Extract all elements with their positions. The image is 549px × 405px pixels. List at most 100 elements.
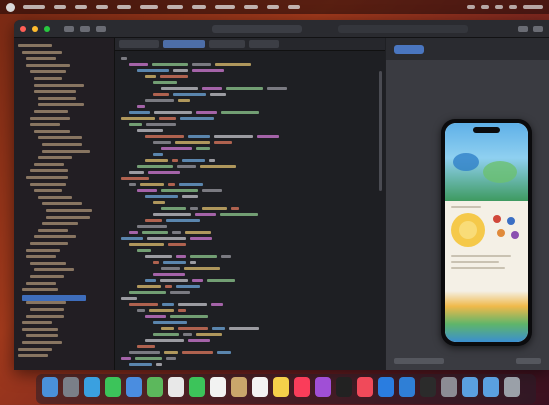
navigator-row[interactable]: [38, 156, 72, 160]
messages-icon[interactable]: [105, 377, 121, 397]
navigator-row[interactable]: [26, 255, 56, 259]
downloads-icon[interactable]: [483, 377, 499, 397]
stop-icon[interactable]: [96, 25, 106, 32]
menu-item[interactable]: [117, 5, 131, 9]
navigator-row[interactable]: [42, 222, 78, 226]
navigator-row[interactable]: [30, 70, 66, 74]
mail-icon[interactable]: [126, 377, 142, 397]
menu-item[interactable]: [267, 5, 279, 9]
navigator-row[interactable]: [18, 347, 52, 351]
wifi-icon[interactable]: [467, 5, 475, 9]
navigator-row[interactable]: [46, 209, 92, 212]
navigator-row[interactable]: [18, 44, 52, 47]
navigator-row[interactable]: [30, 182, 66, 186]
navigator-row[interactable]: [26, 57, 56, 61]
project-navigator[interactable]: [14, 38, 115, 370]
finder-icon[interactable]: [42, 377, 58, 397]
contacts-icon[interactable]: [231, 377, 247, 397]
editor-tab[interactable]: [209, 40, 245, 48]
navigator-row[interactable]: [30, 242, 68, 245]
navigator-row[interactable]: [22, 288, 58, 292]
navigator-row[interactable]: [26, 176, 68, 179]
menu-item[interactable]: [140, 5, 158, 9]
navigator-row[interactable]: [34, 235, 76, 239]
menu-item[interactable]: [54, 5, 66, 9]
navigator-row-selected[interactable]: [22, 294, 86, 301]
zoom-window-button[interactable]: [44, 25, 50, 32]
navigator-row[interactable]: [30, 308, 64, 311]
navigator-row[interactable]: [38, 96, 76, 100]
navigator-row[interactable]: [34, 162, 64, 166]
menu-item[interactable]: [167, 5, 183, 9]
minimize-window-button[interactable]: [32, 25, 38, 32]
navigator-row[interactable]: [34, 90, 76, 94]
xcode-icon[interactable]: [399, 377, 415, 397]
navigator-row[interactable]: [46, 215, 90, 219]
navigator-row[interactable]: [30, 275, 64, 278]
menu-item[interactable]: [244, 5, 258, 9]
maps-icon[interactable]: [147, 377, 163, 397]
navigator-row[interactable]: [38, 136, 82, 140]
control-center-icon[interactable]: [509, 5, 517, 9]
settings-icon[interactable]: [441, 377, 457, 397]
editor-tab[interactable]: [249, 40, 279, 48]
navigator-row[interactable]: [22, 50, 62, 54]
app-store-icon[interactable]: [378, 377, 394, 397]
notes-icon[interactable]: [273, 377, 289, 397]
editor-tab-active[interactable]: [163, 40, 205, 48]
navigator-row[interactable]: [42, 202, 82, 206]
navigator-row[interactable]: [26, 63, 70, 67]
editor-scrollbar[interactable]: [379, 71, 382, 191]
terminal-icon[interactable]: [420, 377, 436, 397]
navigator-row[interactable]: [30, 123, 60, 127]
podcasts-icon[interactable]: [315, 377, 331, 397]
folder-icon[interactable]: [462, 377, 478, 397]
navigator-row[interactable]: [38, 195, 72, 199]
library-icon[interactable]: [518, 25, 528, 32]
menu-item[interactable]: [75, 5, 87, 9]
navigator-row[interactable]: [38, 103, 84, 107]
menu-item[interactable]: [215, 5, 235, 9]
navigator-row[interactable]: [26, 301, 66, 305]
safari-icon[interactable]: [84, 377, 100, 397]
iphone-preview[interactable]: [441, 119, 532, 346]
run-icon[interactable]: [80, 25, 90, 32]
scheme-selector[interactable]: [212, 24, 302, 33]
navigator-row[interactable]: [22, 341, 62, 344]
menu-app-name[interactable]: [23, 5, 45, 9]
navigator-row[interactable]: [34, 77, 62, 80]
music-icon[interactable]: [294, 377, 310, 397]
inspector-toggle-icon[interactable]: [533, 25, 543, 32]
navigator-row[interactable]: [34, 268, 74, 272]
calendar-icon[interactable]: [210, 377, 226, 397]
trash-icon[interactable]: [504, 377, 520, 397]
launchpad-icon[interactable]: [63, 377, 79, 397]
device-selector[interactable]: [394, 358, 444, 364]
navigator-row[interactable]: [30, 116, 70, 120]
navigator-row[interactable]: [30, 261, 66, 265]
navigator-row[interactable]: [22, 321, 52, 325]
menu-item[interactable]: [192, 5, 206, 9]
navigator-row[interactable]: [30, 169, 68, 173]
close-window-button[interactable]: [20, 25, 26, 32]
code-editor[interactable]: [115, 51, 385, 370]
clock-icon[interactable]: [523, 5, 543, 9]
navigator-row[interactable]: [26, 281, 56, 285]
preview-tab[interactable]: [394, 45, 424, 54]
navigator-row[interactable]: [42, 143, 82, 146]
navigator-row[interactable]: [34, 189, 62, 193]
photos-icon[interactable]: [168, 377, 184, 397]
navigator-row[interactable]: [38, 228, 68, 232]
battery-icon[interactable]: [481, 5, 489, 9]
news-icon[interactable]: [357, 377, 373, 397]
editor-tab[interactable]: [119, 40, 159, 48]
tv-icon[interactable]: [336, 377, 352, 397]
navigator-row[interactable]: [34, 110, 68, 113]
sidebar-toggle-icon[interactable]: [64, 25, 74, 32]
navigator-row[interactable]: [18, 354, 48, 358]
facetime-icon[interactable]: [189, 377, 205, 397]
navigator-row[interactable]: [34, 129, 70, 133]
navigator-row[interactable]: [22, 327, 58, 331]
navigator-row[interactable]: [42, 149, 90, 153]
apple-icon[interactable]: [6, 2, 15, 12]
